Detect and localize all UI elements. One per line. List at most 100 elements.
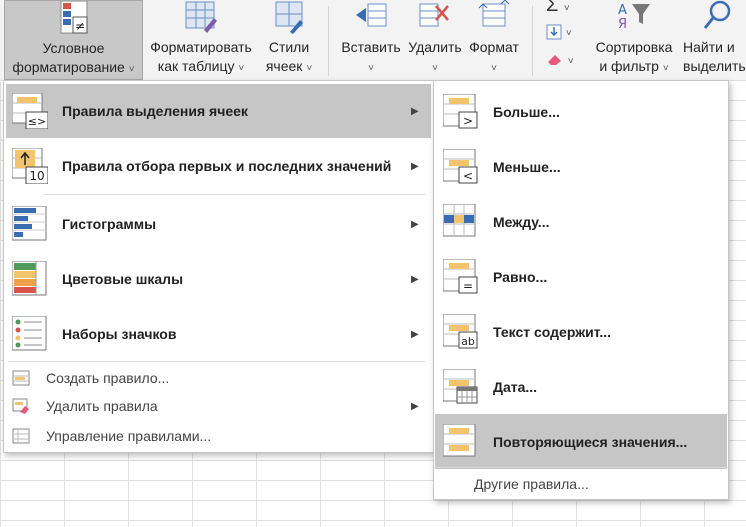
find-select-button[interactable]: Найти и выделить	[682, 0, 746, 80]
menu-item-label: Цветовые шкалы	[62, 271, 184, 287]
chevron-down-icon: ˅	[238, 63, 245, 74]
submenu-item-label: Текст содержит...	[493, 323, 612, 340]
svg-text:>: >	[463, 114, 473, 128]
menu-item-data-bars[interactable]: Гистограммы ▶	[6, 197, 431, 251]
menu-separator	[44, 194, 425, 195]
chevron-right-icon: ▶	[411, 273, 419, 285]
equal-to-icon: =	[442, 258, 479, 295]
menu-item-top-bottom-rules[interactable]: 10 Правила отбора первых и последних зна…	[6, 139, 431, 193]
submenu-item-label: Между...	[493, 213, 550, 230]
ribbon: ≠ Условное форматирование ˅ Форматироват…	[0, 0, 746, 81]
menu-item-clear-rules[interactable]: Удалить правила ▶	[6, 392, 431, 420]
svg-text:≤>: ≤>	[28, 115, 46, 128]
delete-cells-icon	[418, 0, 452, 35]
between-icon	[442, 203, 479, 240]
submenu-item-label: Повторяющиеся значения...	[493, 433, 688, 450]
conditional-formatting-label-1: Условное	[42, 40, 105, 56]
submenu-item-label: Равно...	[493, 268, 548, 285]
submenu-item-label: Меньше...	[493, 158, 561, 175]
format-button[interactable]: Формат ˅	[464, 0, 524, 80]
date-calendar-icon	[442, 368, 479, 405]
submenu-item-more-rules[interactable]: Другие правила...	[434, 467, 728, 499]
find-select-label-1: Найти и	[683, 39, 735, 55]
menu-separator	[8, 361, 425, 362]
svg-text:А: А	[618, 3, 627, 18]
chevron-right-icon: ▶	[411, 160, 419, 172]
delete-button[interactable]: Удалить ˅	[406, 0, 464, 80]
delete-label: Удалить	[408, 39, 462, 55]
submenu-item-greater-than[interactable]: > Больше...	[435, 84, 727, 139]
menu-item-label: Удалить правила	[46, 398, 158, 414]
conditional-formatting-button[interactable]: ≠ Условное форматирование ˅	[4, 0, 143, 80]
duplicate-values-icon	[442, 423, 479, 460]
clear-button[interactable]: ˅	[546, 52, 574, 71]
chevron-right-icon: ▶	[411, 400, 419, 412]
fill-button[interactable]: ˅	[546, 24, 572, 45]
chevron-right-icon: ▶	[411, 328, 419, 340]
menu-item-label: Управление правилами...	[46, 428, 212, 444]
sort-filter-label-2: и фильтр	[599, 58, 659, 74]
fill-down-icon	[546, 24, 562, 40]
svg-text:≠: ≠	[74, 19, 84, 33]
highlight-cells-rules-submenu: > Больше... < Меньше... Между... = Равно…	[433, 80, 729, 500]
highlight-cells-rules-icon: ≤>	[11, 92, 49, 130]
insert-cells-icon	[354, 0, 388, 35]
sort-filter-label-1: Сортировка	[595, 39, 673, 55]
menu-item-icon-sets[interactable]: Наборы значков ▶	[6, 307, 431, 361]
menu-item-manage-rules[interactable]: Управление правилами...	[6, 422, 431, 450]
less-than-icon: <	[442, 148, 479, 185]
new-rule-icon	[12, 370, 30, 386]
submenu-item-equal-to[interactable]: = Равно...	[435, 249, 727, 304]
insert-label: Вставить	[341, 39, 401, 55]
menu-item-highlight-cells-rules[interactable]: ≤> Правила выделения ячеек ▶	[6, 84, 431, 138]
chevron-down-icon: ˅	[368, 63, 374, 74]
editing-small-buttons: Σ ˅ ˅ ˅	[540, 0, 580, 80]
menu-item-new-rule[interactable]: Создать правило...	[6, 364, 431, 392]
clear-rules-icon	[12, 398, 30, 414]
ribbon-separator	[532, 6, 533, 76]
menu-item-color-scales[interactable]: Цветовые шкалы ▶	[6, 252, 431, 306]
svg-text:Я: Я	[618, 17, 627, 32]
svg-text:10: 10	[29, 169, 44, 183]
cell-styles-label-2: ячеек	[265, 58, 303, 74]
format-as-table-label-2: как таблицу	[157, 58, 235, 74]
insert-button[interactable]: Вставить ˅	[336, 0, 406, 80]
submenu-item-duplicate-values[interactable]: Повторяющиеся значения...	[435, 414, 727, 469]
cell-styles-button[interactable]: Стили ячеек ˅	[260, 0, 318, 80]
chevron-down-icon: ˅	[306, 63, 313, 74]
cell-styles-icon	[272, 0, 306, 39]
svg-text:ab: ab	[461, 335, 475, 348]
cell-styles-label-1: Стили	[268, 39, 310, 55]
chevron-down-icon: ˅	[128, 64, 135, 75]
svg-text:<: <	[463, 169, 473, 183]
more-rules-label: Другие правила...	[474, 475, 589, 492]
conditional-formatting-icon: ≠	[59, 0, 89, 40]
greater-than-icon: >	[442, 93, 479, 130]
submenu-item-label: Больше...	[493, 103, 560, 120]
text-contains-icon: ab	[442, 313, 479, 350]
color-scales-icon	[11, 260, 48, 297]
sort-filter-icon: А Я	[614, 0, 654, 37]
submenu-item-between[interactable]: Между...	[435, 194, 727, 249]
chevron-down-icon: ˅	[432, 63, 438, 74]
svg-text:=: =	[463, 279, 473, 293]
chevron-right-icon: ▶	[411, 105, 419, 117]
chevron-down-icon: ˅	[491, 63, 497, 74]
sort-filter-button[interactable]: А Я Сортировка и фильтр ˅	[586, 0, 682, 80]
chevron-down-icon: ˅	[662, 63, 669, 74]
submenu-item-text-contains[interactable]: ab Текст содержит...	[435, 304, 727, 359]
format-as-table-label-1: Форматировать	[150, 39, 252, 55]
submenu-item-date-occurring[interactable]: Дата...	[435, 359, 727, 414]
submenu-item-label: Дата...	[493, 378, 538, 395]
format-label: Формат	[469, 39, 519, 55]
format-as-table-icon	[184, 0, 218, 39]
conditional-formatting-menu: ≤> Правила выделения ячеек ▶ 10 Правила …	[3, 80, 434, 453]
submenu-item-less-than[interactable]: < Меньше...	[435, 139, 727, 194]
menu-item-label: Создать правило...	[46, 370, 170, 386]
autosum-button[interactable]: Σ ˅	[546, 0, 570, 18]
menu-item-label: Правила отбора первых и последних значен…	[62, 158, 392, 174]
format-as-table-button[interactable]: Форматировать как таблицу ˅	[145, 0, 257, 80]
menu-item-label: Гистограммы	[62, 216, 157, 232]
ribbon-separator	[328, 6, 329, 76]
eraser-icon	[548, 55, 561, 65]
